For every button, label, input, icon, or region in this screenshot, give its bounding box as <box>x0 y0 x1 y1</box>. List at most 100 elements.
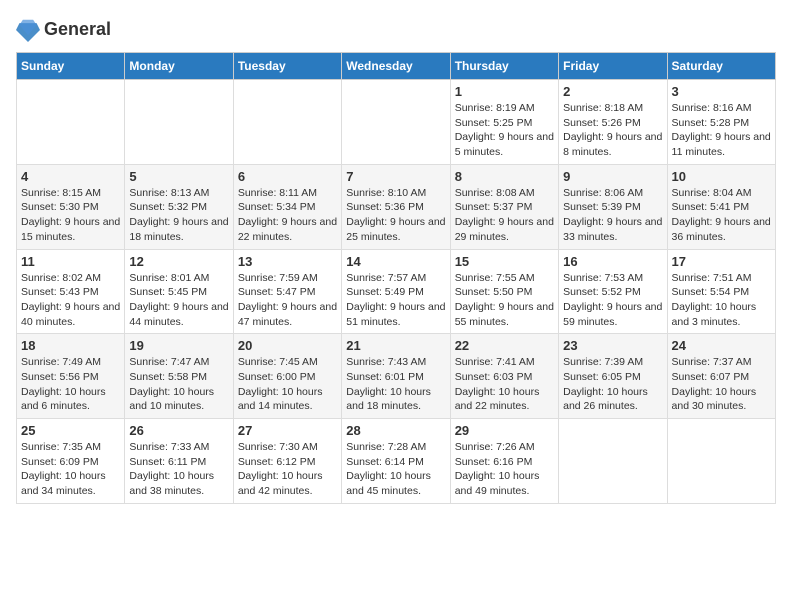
calendar-cell: 11 Sunrise: 8:02 AM Sunset: 5:43 PM Dayli… <box>17 249 125 334</box>
day-number: 28 <box>346 423 445 438</box>
calendar-cell <box>342 80 450 165</box>
day-info: Sunrise: 7:43 AM Sunset: 6:01 PM Dayligh… <box>346 355 445 414</box>
day-number: 3 <box>672 84 771 99</box>
calendar-cell: 6 Sunrise: 8:11 AM Sunset: 5:34 PM Daylig… <box>233 164 341 249</box>
day-number: 23 <box>563 338 662 353</box>
day-number: 8 <box>455 169 554 184</box>
day-number: 15 <box>455 254 554 269</box>
day-info: Sunrise: 8:02 AM Sunset: 5:43 PM Dayligh… <box>21 271 120 330</box>
day-number: 18 <box>21 338 120 353</box>
day-number: 21 <box>346 338 445 353</box>
calendar-cell: 16 Sunrise: 7:53 AM Sunset: 5:52 PM Dayli… <box>559 249 667 334</box>
day-number: 22 <box>455 338 554 353</box>
weekday-header: Sunday <box>17 53 125 80</box>
calendar-cell <box>667 419 775 504</box>
day-info: Sunrise: 7:30 AM Sunset: 6:12 PM Dayligh… <box>238 440 337 499</box>
calendar-week-row: 1Sunrise: 8:19 AM Sunset: 5:25 PM Daylig… <box>17 80 776 165</box>
calendar-week-row: 4 Sunrise: 8:15 AM Sunset: 5:30 PM Daylig… <box>17 164 776 249</box>
calendar-cell <box>125 80 233 165</box>
weekday-header: Saturday <box>667 53 775 80</box>
day-number: 25 <box>21 423 120 438</box>
calendar-cell: 13 Sunrise: 7:59 AM Sunset: 5:47 PM Dayli… <box>233 249 341 334</box>
day-info: Sunrise: 7:26 AM Sunset: 6:16 PM Dayligh… <box>455 440 554 499</box>
calendar-cell: 28 Sunrise: 7:28 AM Sunset: 6:14 PM Dayli… <box>342 419 450 504</box>
calendar-cell <box>559 419 667 504</box>
day-number: 7 <box>346 169 445 184</box>
day-info: Sunrise: 8:10 AM Sunset: 5:36 PM Dayligh… <box>346 186 445 245</box>
calendar-week-row: 11 Sunrise: 8:02 AM Sunset: 5:43 PM Dayli… <box>17 249 776 334</box>
calendar-cell: 25 Sunrise: 7:35 AM Sunset: 6:09 PM Dayli… <box>17 419 125 504</box>
weekday-header: Friday <box>559 53 667 80</box>
day-info: Sunrise: 7:45 AM Sunset: 6:00 PM Dayligh… <box>238 355 337 414</box>
weekday-header: Wednesday <box>342 53 450 80</box>
calendar-cell: 12 Sunrise: 8:01 AM Sunset: 5:45 PM Dayli… <box>125 249 233 334</box>
day-info: Sunrise: 7:28 AM Sunset: 6:14 PM Dayligh… <box>346 440 445 499</box>
day-number: 10 <box>672 169 771 184</box>
day-info: Sunrise: 7:51 AM Sunset: 5:54 PM Dayligh… <box>672 271 771 330</box>
calendar-cell <box>233 80 341 165</box>
day-info: Sunrise: 7:41 AM Sunset: 6:03 PM Dayligh… <box>455 355 554 414</box>
day-number: 14 <box>346 254 445 269</box>
day-number: 17 <box>672 254 771 269</box>
day-number: 4 <box>21 169 120 184</box>
day-number: 12 <box>129 254 228 269</box>
weekday-header: Tuesday <box>233 53 341 80</box>
weekday-header: Thursday <box>450 53 558 80</box>
day-info: Sunrise: 7:47 AM Sunset: 5:58 PM Dayligh… <box>129 355 228 414</box>
calendar-cell: 3 Sunrise: 8:16 AM Sunset: 5:28 PM Daylig… <box>667 80 775 165</box>
calendar-week-row: 18 Sunrise: 7:49 AM Sunset: 5:56 PM Dayli… <box>17 334 776 419</box>
day-number: 27 <box>238 423 337 438</box>
day-info: Sunrise: 7:35 AM Sunset: 6:09 PM Dayligh… <box>21 440 120 499</box>
day-number: 6 <box>238 169 337 184</box>
day-info: Sunrise: 8:11 AM Sunset: 5:34 PM Dayligh… <box>238 186 337 245</box>
calendar-cell: 19 Sunrise: 7:47 AM Sunset: 5:58 PM Dayli… <box>125 334 233 419</box>
logo: General <box>16 16 111 44</box>
day-info: Sunrise: 8:18 AM Sunset: 5:26 PM Dayligh… <box>563 101 662 160</box>
day-number: 29 <box>455 423 554 438</box>
calendar-cell: 24 Sunrise: 7:37 AM Sunset: 6:07 PM Dayli… <box>667 334 775 419</box>
day-info: Sunrise: 7:33 AM Sunset: 6:11 PM Dayligh… <box>129 440 228 499</box>
day-number: 13 <box>238 254 337 269</box>
day-number: 9 <box>563 169 662 184</box>
calendar-cell: 26Sunrise: 7:33 AM Sunset: 6:11 PM Dayli… <box>125 419 233 504</box>
day-info: Sunrise: 7:57 AM Sunset: 5:49 PM Dayligh… <box>346 271 445 330</box>
day-number: 19 <box>129 338 228 353</box>
day-info: Sunrise: 7:49 AM Sunset: 5:56 PM Dayligh… <box>21 355 120 414</box>
day-info: Sunrise: 7:55 AM Sunset: 5:50 PM Dayligh… <box>455 271 554 330</box>
day-info: Sunrise: 8:15 AM Sunset: 5:30 PM Dayligh… <box>21 186 120 245</box>
day-number: 1 <box>455 84 554 99</box>
calendar-header-row: SundayMondayTuesdayWednesdayThursdayFrid… <box>17 53 776 80</box>
calendar-cell: 21 Sunrise: 7:43 AM Sunset: 6:01 PM Dayli… <box>342 334 450 419</box>
calendar-cell: 15 Sunrise: 7:55 AM Sunset: 5:50 PM Dayli… <box>450 249 558 334</box>
calendar-cell: 5Sunrise: 8:13 AM Sunset: 5:32 PM Daylig… <box>125 164 233 249</box>
day-info: Sunrise: 8:16 AM Sunset: 5:28 PM Dayligh… <box>672 101 771 160</box>
day-info: Sunrise: 8:04 AM Sunset: 5:41 PM Dayligh… <box>672 186 771 245</box>
header: General <box>16 16 776 44</box>
day-number: 16 <box>563 254 662 269</box>
day-info: Sunrise: 8:01 AM Sunset: 5:45 PM Dayligh… <box>129 271 228 330</box>
day-number: 24 <box>672 338 771 353</box>
calendar-week-row: 25 Sunrise: 7:35 AM Sunset: 6:09 PM Dayli… <box>17 419 776 504</box>
day-info: Sunrise: 8:08 AM Sunset: 5:37 PM Dayligh… <box>455 186 554 245</box>
day-info: Sunrise: 7:37 AM Sunset: 6:07 PM Dayligh… <box>672 355 771 414</box>
calendar-cell: 2Sunrise: 8:18 AM Sunset: 5:26 PM Daylig… <box>559 80 667 165</box>
calendar-cell: 1Sunrise: 8:19 AM Sunset: 5:25 PM Daylig… <box>450 80 558 165</box>
calendar-cell: 4 Sunrise: 8:15 AM Sunset: 5:30 PM Daylig… <box>17 164 125 249</box>
day-number: 20 <box>238 338 337 353</box>
day-info: Sunrise: 7:53 AM Sunset: 5:52 PM Dayligh… <box>563 271 662 330</box>
day-info: Sunrise: 7:59 AM Sunset: 5:47 PM Dayligh… <box>238 271 337 330</box>
calendar-cell: 27 Sunrise: 7:30 AM Sunset: 6:12 PM Dayli… <box>233 419 341 504</box>
calendar-cell: 8 Sunrise: 8:08 AM Sunset: 5:37 PM Daylig… <box>450 164 558 249</box>
calendar-cell: 18 Sunrise: 7:49 AM Sunset: 5:56 PM Dayli… <box>17 334 125 419</box>
calendar-cell: 20 Sunrise: 7:45 AM Sunset: 6:00 PM Dayli… <box>233 334 341 419</box>
day-number: 11 <box>21 254 120 269</box>
day-info: Sunrise: 7:39 AM Sunset: 6:05 PM Dayligh… <box>563 355 662 414</box>
calendar: SundayMondayTuesdayWednesdayThursdayFrid… <box>16 52 776 504</box>
calendar-cell: 9 Sunrise: 8:06 AM Sunset: 5:39 PM Daylig… <box>559 164 667 249</box>
calendar-cell: 10 Sunrise: 8:04 AM Sunset: 5:41 PM Dayli… <box>667 164 775 249</box>
calendar-cell: 14 Sunrise: 7:57 AM Sunset: 5:49 PM Dayli… <box>342 249 450 334</box>
day-info: Sunrise: 8:06 AM Sunset: 5:39 PM Dayligh… <box>563 186 662 245</box>
logo-icon <box>16 16 40 44</box>
day-info: Sunrise: 8:13 AM Sunset: 5:32 PM Dayligh… <box>129 186 228 245</box>
calendar-cell: 17 Sunrise: 7:51 AM Sunset: 5:54 PM Dayli… <box>667 249 775 334</box>
